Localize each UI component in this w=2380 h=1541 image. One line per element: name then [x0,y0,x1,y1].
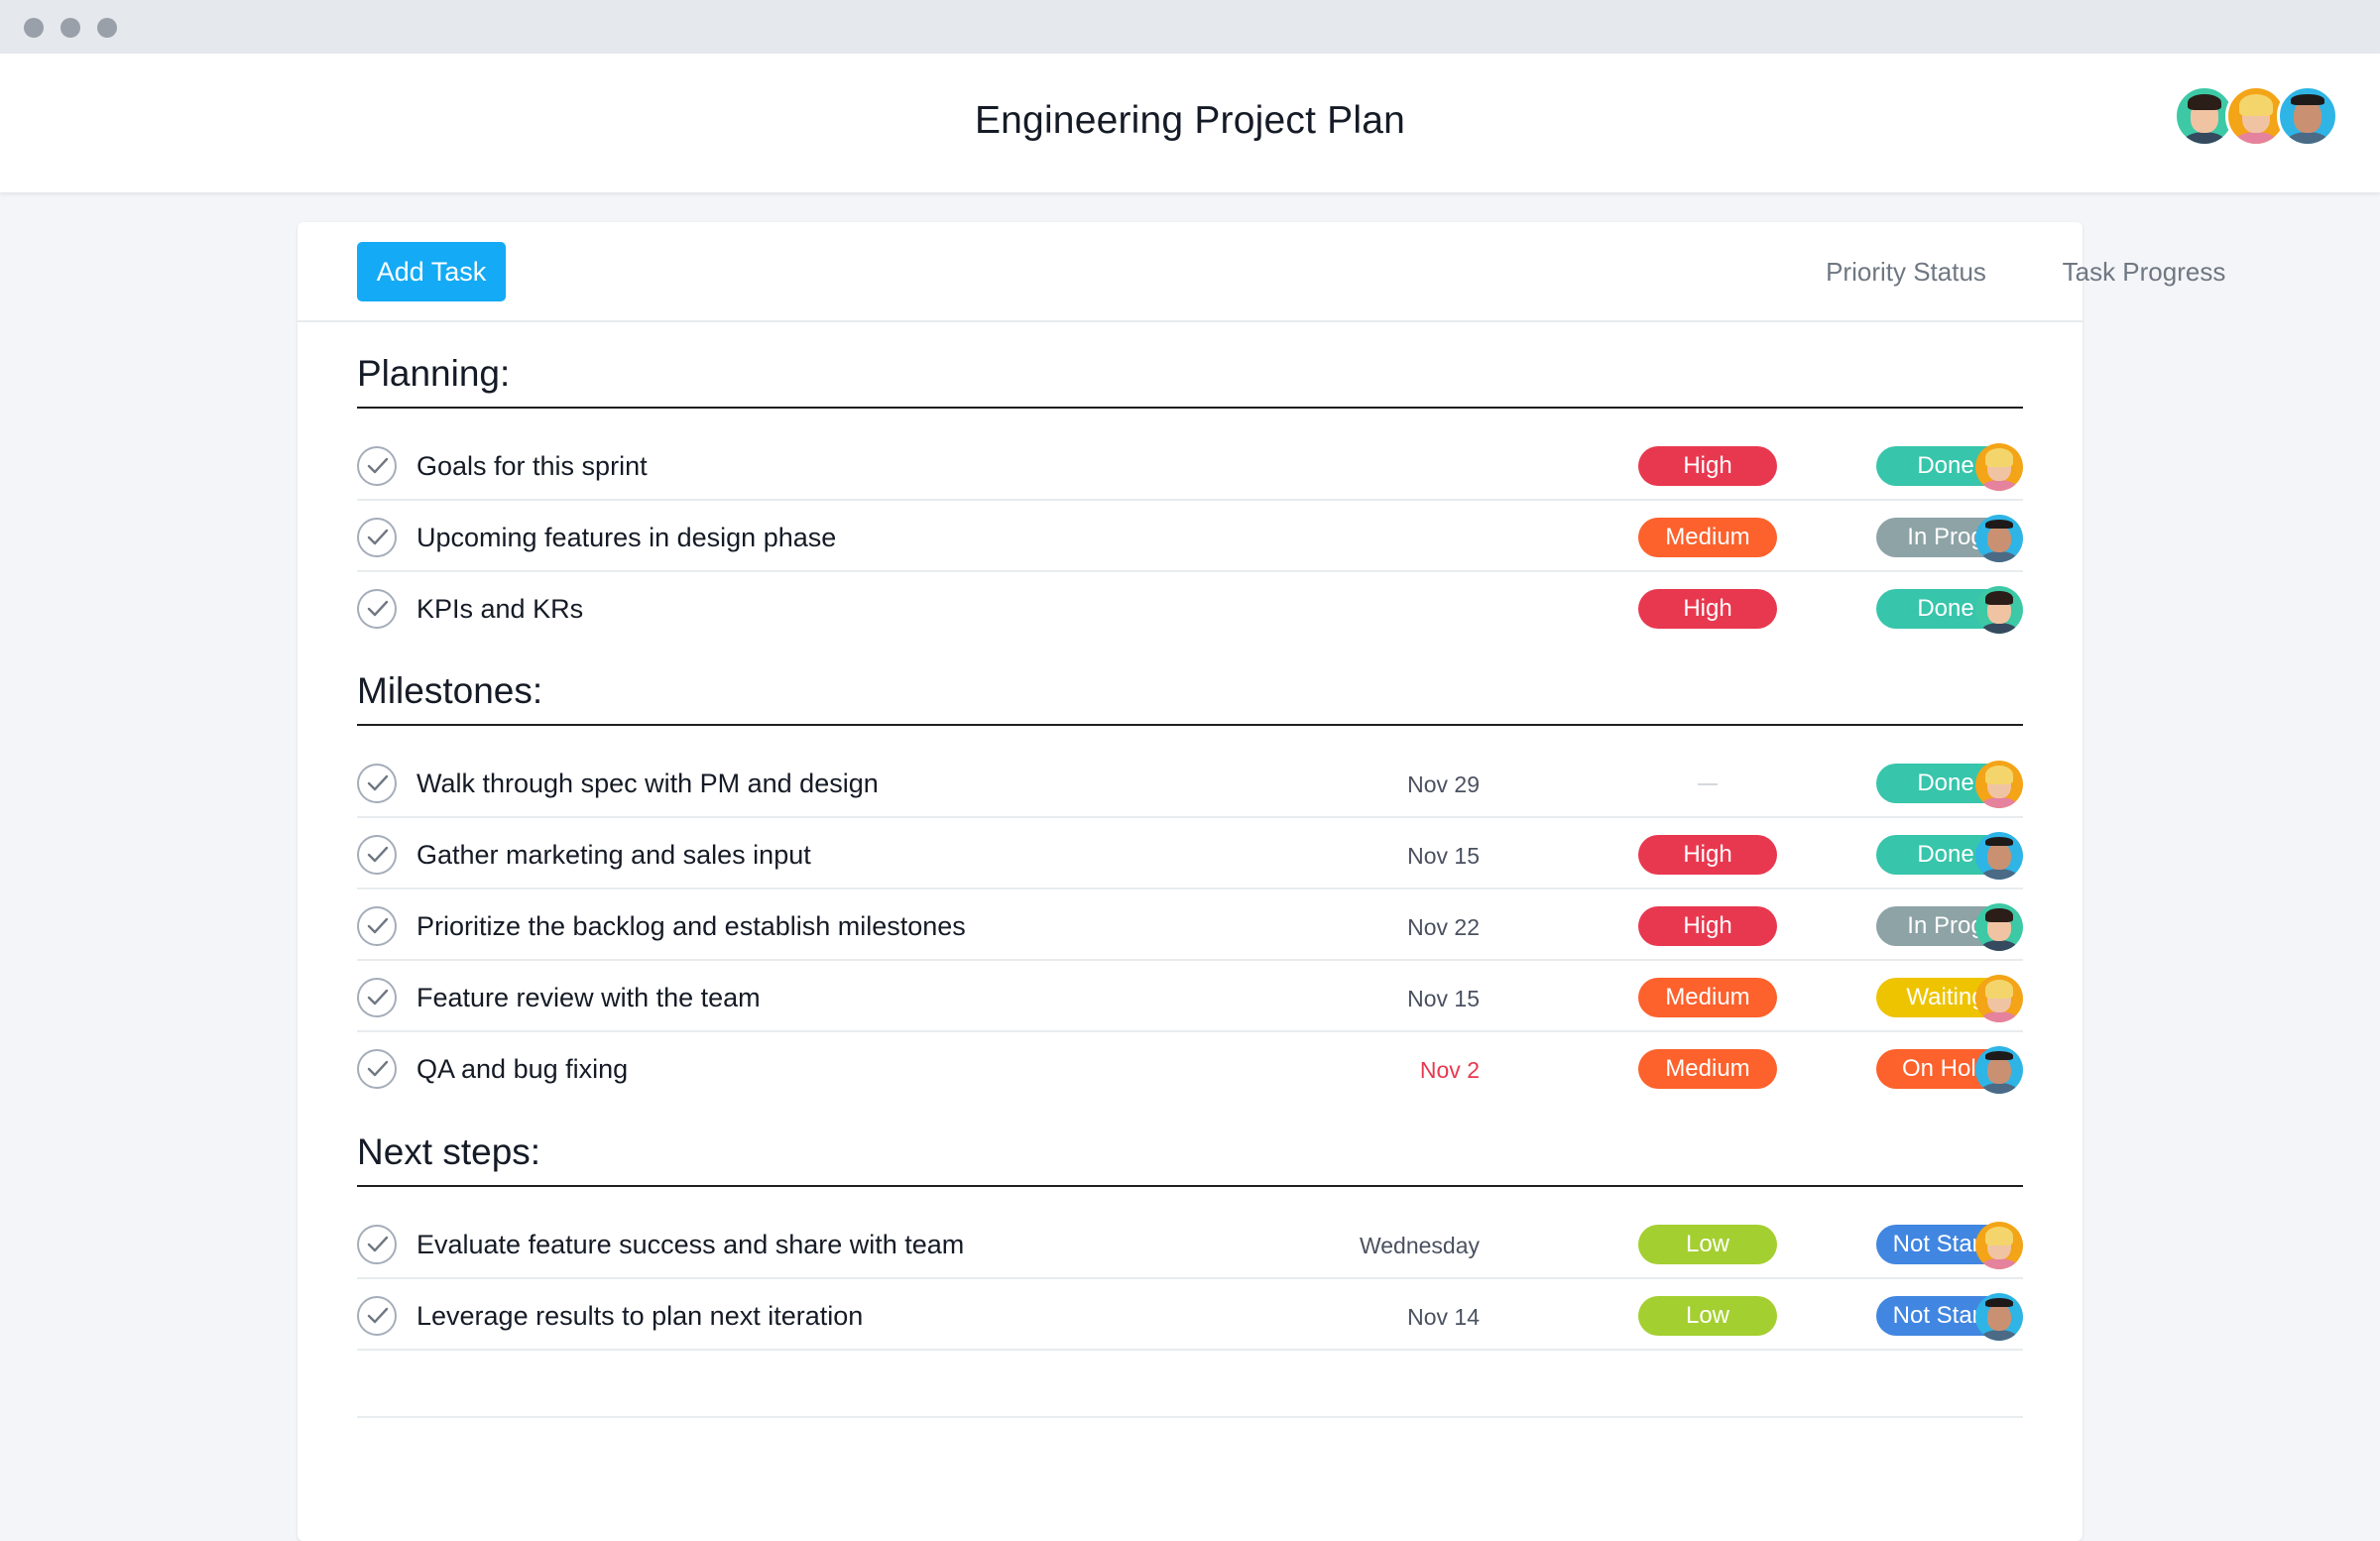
complete-task-checkbox[interactable] [357,446,397,486]
window-maximize-dot[interactable] [97,18,117,38]
assignee-avatar[interactable] [1975,1046,2023,1094]
task-row[interactable]: QA and bug fixing Nov 2 Medium On Hold [357,1032,2023,1104]
task-row[interactable]: Goals for this sprint High Done [357,429,2023,501]
app-header: Engineering Project Plan [0,54,2380,192]
task-row[interactable]: Prioritize the backlog and establish mil… [357,889,2023,961]
complete-task-checkbox[interactable] [357,518,397,557]
list-toolbar: Add Task Priority Status Task Progress [298,222,2225,322]
checkmark-icon [367,774,389,791]
checkmark-icon [367,529,389,545]
complete-task-checkbox[interactable] [357,906,397,946]
task-name[interactable]: Leverage results to plan next iteration [416,1301,863,1332]
complete-task-checkbox[interactable] [357,1049,397,1089]
task-row[interactable]: Walk through spec with PM and design Nov … [357,747,2023,818]
task-name[interactable]: Goals for this sprint [416,451,648,482]
checkmark-icon [367,1307,389,1324]
due-date[interactable]: Wednesday [1360,1233,1480,1259]
task-row[interactable]: KPIs and KRs High Done [357,572,2023,644]
assignee-avatar[interactable] [1975,443,2023,491]
complete-task-checkbox[interactable] [357,1296,397,1336]
priority-badge[interactable]: Low [1638,1225,1777,1264]
priority-badge[interactable]: Medium [1638,978,1777,1017]
due-date[interactable]: Nov 15 [1407,986,1480,1012]
section-title-planning[interactable]: Planning: [357,353,510,395]
section-divider [357,724,2023,726]
assignee-avatar[interactable] [1975,515,2023,562]
assignee-avatar[interactable] [1975,832,2023,880]
section-title-next-steps[interactable]: Next steps: [357,1131,540,1173]
empty-priority-field[interactable] [1698,783,1718,785]
priority-badge[interactable]: High [1638,589,1777,629]
checkmark-icon [367,846,389,863]
complete-task-checkbox[interactable] [357,835,397,875]
page-title: Engineering Project Plan [974,99,1406,142]
priority-badge[interactable]: Low [1638,1296,1777,1336]
priority-badge[interactable]: Medium [1638,1049,1777,1089]
task-row[interactable]: Upcoming features in design phase Medium I… [357,501,2023,572]
due-date[interactable]: Nov 29 [1407,771,1480,798]
task-row[interactable]: Evaluate feature success and share with … [357,1208,2023,1279]
assignee-avatar[interactable] [1975,1222,2023,1269]
task-name[interactable]: Walk through spec with PM and design [416,769,879,799]
priority-badge[interactable]: High [1638,906,1777,946]
task-name[interactable]: Prioritize the backlog and establish mil… [416,911,966,942]
add-task-button[interactable]: Add Task [357,242,506,301]
task-name[interactable]: Feature review with the team [416,983,761,1013]
complete-task-checkbox[interactable] [357,978,397,1017]
complete-task-checkbox[interactable] [357,1225,397,1264]
checkmark-icon [367,1236,389,1252]
add-task-placeholder-row[interactable] [357,1416,2023,1418]
section-divider [357,1185,2023,1187]
task-row[interactable]: Gather marketing and sales input Nov 15 Hi… [357,818,2023,889]
priority-badge[interactable]: High [1638,446,1777,486]
task-name[interactable]: KPIs and KRs [416,594,583,625]
task-name[interactable]: Upcoming features in design phase [416,523,836,553]
section-title-milestones[interactable]: Milestones: [357,670,542,712]
task-row[interactable]: Feature review with the team Nov 15 Medium… [357,961,2023,1032]
priority-status-column-header[interactable]: Priority Status [1787,257,2025,288]
task-progress-column-header[interactable]: Task Progress [2025,257,2263,288]
checkmark-icon [367,600,389,617]
due-date[interactable]: Nov 15 [1407,843,1480,870]
checkmark-icon [367,457,389,474]
due-date[interactable]: Nov 2 [1420,1057,1480,1084]
due-date[interactable]: Nov 22 [1407,914,1480,941]
task-name[interactable]: Gather marketing and sales input [416,840,811,871]
task-row[interactable]: Leverage results to plan next iteration N… [357,1279,2023,1351]
complete-task-checkbox[interactable] [357,589,397,629]
checkmark-icon [367,989,389,1006]
assignee-avatar[interactable] [1975,903,2023,951]
window-title-bar [0,0,2380,54]
window-minimize-dot[interactable] [60,18,80,38]
due-date[interactable]: Nov 14 [1407,1304,1480,1331]
assignee-avatar[interactable] [1975,1293,2023,1341]
task-name[interactable]: Evaluate feature success and share with … [416,1230,964,1260]
section-divider [357,407,2023,409]
checkmark-icon [367,917,389,934]
assignee-avatar[interactable] [1975,975,2023,1022]
assignee-avatar[interactable] [1975,586,2023,634]
project-members[interactable] [2174,85,2342,147]
member-avatar[interactable] [2277,85,2338,147]
priority-badge[interactable]: Medium [1638,518,1777,557]
complete-task-checkbox[interactable] [357,764,397,803]
task-name[interactable]: QA and bug fixing [416,1054,628,1085]
assignee-avatar[interactable] [1975,761,2023,808]
window-close-dot[interactable] [24,18,44,38]
priority-badge[interactable]: High [1638,835,1777,875]
project-list-card: Add Task Priority Status Task Progress P… [298,222,2225,1541]
checkmark-icon [367,1060,389,1077]
